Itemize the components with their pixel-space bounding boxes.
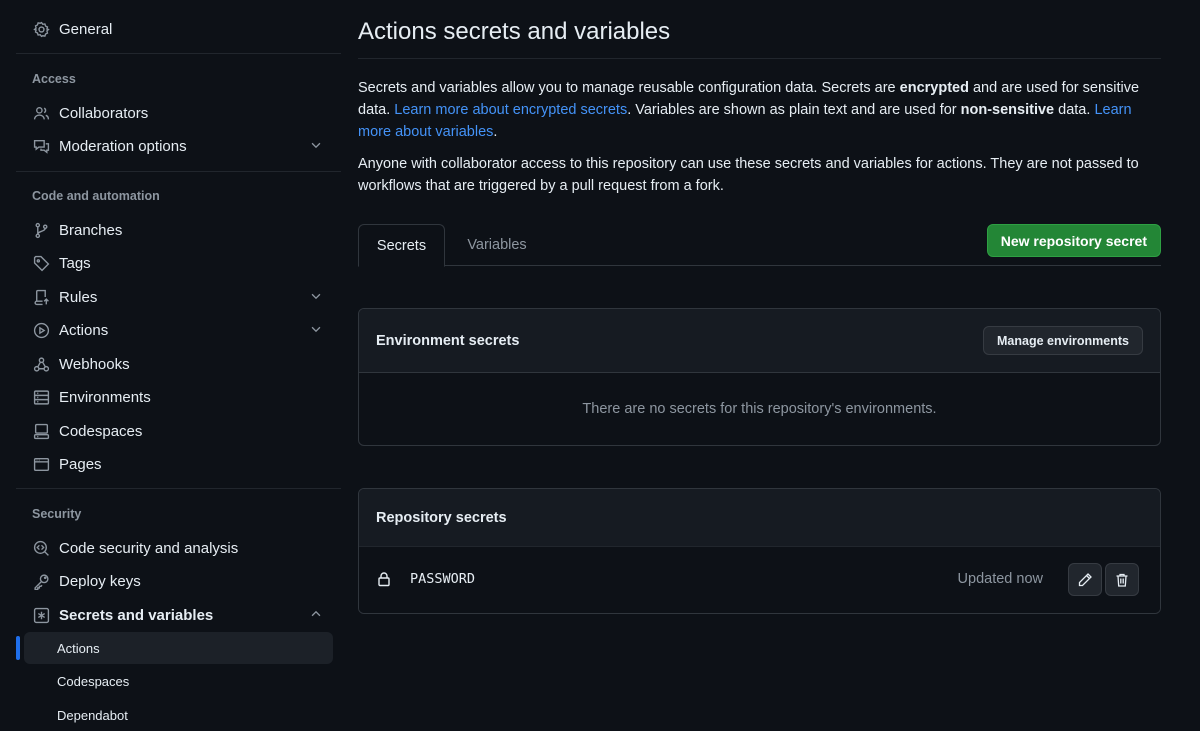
sidebar-item-actions[interactable]: Actions xyxy=(24,314,333,346)
environment-secrets-header: Environment secrets Manage environments xyxy=(359,309,1160,373)
chevron-down-icon xyxy=(311,142,321,149)
server-icon xyxy=(32,388,50,406)
webhook-icon xyxy=(32,355,50,373)
lock-icon xyxy=(378,572,390,587)
new-repository-secret-button[interactable]: New repository secret xyxy=(986,224,1161,257)
sidebar-item-label: Webhooks xyxy=(59,355,130,373)
sidebar-item-label: Pages xyxy=(59,455,102,473)
sidebar-subitem-dependabot[interactable]: Dependabot xyxy=(24,699,333,731)
repository-secrets-box: Repository secrets PASSWORD Updated now xyxy=(358,488,1161,614)
sidebar-item-secrets-variables[interactable]: Secrets and variables xyxy=(24,599,333,631)
secret-name: PASSWORD xyxy=(410,571,476,587)
asterisk-square-icon xyxy=(32,606,50,624)
sidebar-item-codespaces[interactable]: Codespaces xyxy=(24,415,333,447)
intro-emphasis: encrypted xyxy=(899,80,969,96)
sidebar-item-deploy-keys[interactable]: Deploy keys xyxy=(24,565,333,597)
divider xyxy=(16,171,341,172)
sidebar-item-code-security[interactable]: Code security and analysis xyxy=(24,532,333,564)
delete-secret-button[interactable] xyxy=(1105,563,1139,596)
codescan-icon xyxy=(32,539,50,557)
sidebar-item-label: Actions xyxy=(59,321,109,339)
sidebar-subitem-codespaces[interactable]: Codespaces xyxy=(24,665,333,697)
repo-push-icon xyxy=(32,288,50,306)
sidebar-item-label: General xyxy=(59,20,113,38)
environment-secrets-title: Environment secrets xyxy=(376,332,520,349)
browser-icon xyxy=(32,455,50,473)
chevron-down-icon xyxy=(311,293,321,300)
intro-text: . Variables are shown as plain text and … xyxy=(627,102,961,118)
sidebar-item-label: Codespaces xyxy=(59,422,143,440)
tag-icon xyxy=(32,254,50,272)
intro-emphasis: non-sensitive xyxy=(960,102,1055,118)
divider xyxy=(16,53,341,54)
sidebar-item-label: Tags xyxy=(59,254,91,272)
page-title: Actions secrets and variables xyxy=(358,18,671,45)
sidebar-item-label: Moderation options xyxy=(59,137,187,155)
section-header-code-automation: Code and automation xyxy=(32,189,160,203)
empty-state-message: There are no secrets for this repository… xyxy=(582,401,937,417)
tab-secrets[interactable]: Secrets xyxy=(358,224,445,267)
chevron-down-icon xyxy=(311,326,321,333)
sidebar-item-label: Secrets and variables xyxy=(59,606,214,624)
secret-updated-time: Updated now xyxy=(957,571,1043,587)
divider xyxy=(16,488,341,489)
key-icon xyxy=(32,572,50,590)
pencil-icon xyxy=(1078,572,1092,586)
chevron-up-icon xyxy=(311,610,321,617)
repository-secrets-title: Repository secrets xyxy=(376,509,507,526)
repository-secrets-header: Repository secrets xyxy=(359,489,1160,546)
intro-paragraph: Secrets and variables allow you to manag… xyxy=(358,77,1161,143)
sidebar-item-label: Branches xyxy=(59,221,123,239)
tab-variables[interactable]: Variables xyxy=(462,224,532,266)
sidebar-item-general[interactable]: General xyxy=(24,13,333,45)
comment-discussion-icon xyxy=(32,137,50,155)
intro-text: data. xyxy=(1054,102,1095,118)
codespaces-icon xyxy=(32,422,50,440)
sidebar-item-pages[interactable]: Pages xyxy=(24,448,333,480)
sidebar-item-rules[interactable]: Rules xyxy=(24,281,333,313)
intro-text: Secrets and variables allow you to manag… xyxy=(358,80,900,96)
sidebar-item-label: Collaborators xyxy=(59,104,149,122)
sidebar-item-tags[interactable]: Tags xyxy=(24,247,333,279)
secret-row: PASSWORD Updated now xyxy=(359,546,1160,613)
edit-secret-button[interactable] xyxy=(1068,563,1102,596)
section-header-security: Security xyxy=(32,507,82,521)
sidebar-item-label: Environments xyxy=(59,388,151,406)
active-indicator xyxy=(16,636,20,660)
access-paragraph: Anyone with collaborator access to this … xyxy=(358,156,1139,194)
sidebar-item-environments[interactable]: Environments xyxy=(24,381,333,413)
section-header-access: Access xyxy=(32,72,76,86)
git-branch-icon xyxy=(32,221,50,239)
sidebar-item-collaborators[interactable]: Collaborators xyxy=(24,97,333,129)
sidebar-item-label: Deploy keys xyxy=(59,572,141,590)
trash-icon xyxy=(1116,573,1128,587)
divider xyxy=(358,58,1161,59)
sidebar-item-webhooks[interactable]: Webhooks xyxy=(24,348,333,380)
sidebar-item-branches[interactable]: Branches xyxy=(24,214,333,246)
play-icon xyxy=(32,321,50,339)
sidebar-item-label: Rules xyxy=(59,288,98,306)
sidebar-item-moderation[interactable]: Moderation options xyxy=(24,130,333,162)
settings-sidebar: General Access Collaborators Moderation … xyxy=(16,0,341,731)
learn-more-secrets-link[interactable]: Learn more about encrypted secrets xyxy=(394,102,627,118)
gear-icon xyxy=(32,20,50,38)
manage-environments-button[interactable]: Manage environments xyxy=(983,326,1143,355)
people-icon xyxy=(32,104,50,122)
sidebar-subitem-actions[interactable]: Actions xyxy=(24,632,333,664)
intro-text: . xyxy=(493,124,498,140)
sidebar-item-label: Code security and analysis xyxy=(59,539,239,557)
environment-secrets-box: Environment secrets Manage environments … xyxy=(358,308,1161,446)
